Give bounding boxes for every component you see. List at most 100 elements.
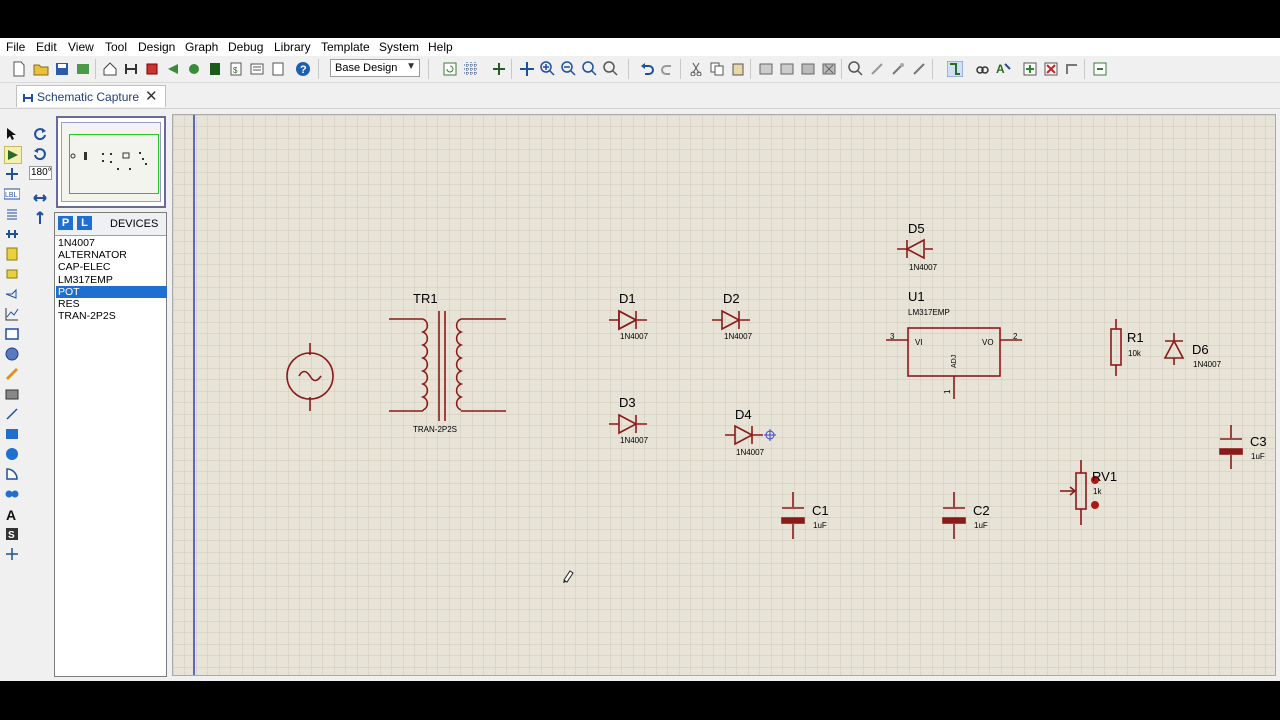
zoom-out-icon[interactable] bbox=[560, 60, 577, 77]
redo-icon[interactable] bbox=[659, 60, 676, 77]
terminals-icon[interactable] bbox=[4, 266, 20, 282]
pick-devices-button[interactable]: P bbox=[58, 216, 73, 230]
menu-design[interactable]: Design bbox=[138, 40, 175, 54]
pan-icon[interactable] bbox=[518, 60, 535, 77]
block-delete-icon[interactable] bbox=[820, 60, 837, 77]
paste-icon[interactable] bbox=[729, 60, 746, 77]
tab-schematic-capture[interactable]: Schematic Capture ✕ bbox=[16, 85, 166, 107]
make-device-icon[interactable] bbox=[868, 60, 885, 77]
copy-icon[interactable] bbox=[708, 60, 725, 77]
component-mode-icon[interactable] bbox=[4, 146, 22, 164]
property-assignment-icon[interactable]: A bbox=[995, 60, 1012, 77]
device-item-lm317emp[interactable]: LM317EMP bbox=[56, 274, 167, 286]
undo-icon[interactable] bbox=[638, 60, 655, 77]
new-sheet-icon[interactable] bbox=[1021, 60, 1038, 77]
menu-system[interactable]: System bbox=[379, 40, 419, 54]
bom-icon[interactable]: $ bbox=[227, 60, 244, 77]
path-tool-icon[interactable] bbox=[4, 486, 20, 502]
menu-tool[interactable]: Tool bbox=[105, 40, 127, 54]
menu-help[interactable]: Help bbox=[428, 40, 453, 54]
decompose-icon[interactable] bbox=[910, 60, 927, 77]
device-item-1n4007[interactable]: 1N4007 bbox=[56, 237, 167, 249]
capacitor-c1-symbol[interactable] bbox=[781, 492, 805, 539]
zoom-in-icon[interactable] bbox=[539, 60, 556, 77]
symbol-tool-icon[interactable]: S bbox=[4, 526, 20, 542]
resistor-r1-symbol[interactable] bbox=[1110, 319, 1122, 376]
help-icon[interactable]: ? bbox=[294, 60, 311, 77]
arc-tool-icon[interactable] bbox=[4, 466, 20, 482]
device-pins-icon[interactable] bbox=[4, 286, 20, 302]
notes-icon[interactable] bbox=[248, 60, 265, 77]
box-tool-icon[interactable] bbox=[4, 426, 20, 442]
circle-tool-icon[interactable] bbox=[4, 446, 20, 462]
search-tag-icon[interactable] bbox=[974, 60, 991, 77]
graph-mode-icon[interactable] bbox=[4, 306, 20, 322]
potentiometer-rv1-symbol[interactable] bbox=[1060, 460, 1087, 525]
zoom-area-icon[interactable] bbox=[602, 60, 619, 77]
menu-template[interactable]: Template bbox=[321, 40, 370, 54]
overview-window[interactable] bbox=[56, 116, 166, 208]
line-tool-icon[interactable] bbox=[4, 406, 20, 422]
save-icon[interactable] bbox=[53, 60, 70, 77]
selection-mode-icon[interactable] bbox=[4, 126, 20, 142]
block-move-icon[interactable] bbox=[778, 60, 795, 77]
device-item-cap-elec[interactable]: CAP-ELEC bbox=[56, 261, 167, 273]
virtual-instruments-icon[interactable] bbox=[4, 386, 20, 402]
device-item-res[interactable]: RES bbox=[56, 298, 167, 310]
open-folder-icon[interactable] bbox=[32, 60, 49, 77]
pcb-layout-icon[interactable] bbox=[143, 60, 160, 77]
gerber-icon[interactable] bbox=[185, 60, 202, 77]
schematic-icon[interactable] bbox=[122, 60, 139, 77]
design-explorer-2-icon[interactable] bbox=[1091, 60, 1108, 77]
packaging-tool-icon[interactable] bbox=[889, 60, 906, 77]
zoom-all-icon[interactable] bbox=[581, 60, 598, 77]
menu-edit[interactable]: Edit bbox=[36, 40, 57, 54]
new-file-icon[interactable] bbox=[10, 60, 27, 77]
capacitor-c3-symbol[interactable] bbox=[1219, 425, 1243, 469]
project-notes-icon[interactable] bbox=[269, 60, 286, 77]
voltage-probe-icon[interactable] bbox=[4, 366, 20, 382]
menu-file[interactable]: File bbox=[6, 40, 25, 54]
buses-icon[interactable] bbox=[4, 226, 20, 242]
exit-to-parent-icon[interactable] bbox=[1063, 60, 1080, 77]
block-copy-icon[interactable] bbox=[757, 60, 774, 77]
transformer-tr1-symbol[interactable] bbox=[389, 311, 506, 421]
origin-icon[interactable] bbox=[490, 60, 507, 77]
alternator-symbol[interactable] bbox=[286, 343, 334, 411]
mirror-vertical-icon[interactable] bbox=[32, 210, 48, 226]
design-variant-select[interactable]: Base Design ▼ bbox=[330, 59, 420, 77]
diode-d3-symbol[interactable] bbox=[609, 413, 647, 435]
rotate-clockwise-icon[interactable] bbox=[32, 126, 48, 142]
diode-d4-symbol[interactable] bbox=[725, 424, 763, 446]
grid-toggle-icon[interactable] bbox=[462, 60, 479, 77]
subcircuit-icon[interactable] bbox=[4, 246, 20, 262]
cut-icon[interactable] bbox=[687, 60, 704, 77]
diode-d6-symbol[interactable] bbox=[1163, 333, 1185, 365]
close-icon[interactable]: ✕ bbox=[145, 87, 158, 105]
refresh-icon[interactable] bbox=[441, 60, 458, 77]
diode-d5-symbol[interactable] bbox=[897, 238, 933, 260]
device-item-pot[interactable]: POT bbox=[56, 285, 167, 298]
menu-debug[interactable]: Debug bbox=[228, 40, 263, 54]
wire-label-icon[interactable]: LBL bbox=[4, 186, 20, 202]
rotate-anticlockwise-icon[interactable] bbox=[32, 146, 48, 162]
menu-library[interactable]: Library bbox=[274, 40, 311, 54]
capacitor-c2-symbol[interactable] bbox=[942, 492, 966, 539]
marker-tool-icon[interactable] bbox=[4, 546, 20, 562]
rotation-angle-field[interactable]: 180° bbox=[29, 166, 52, 180]
device-item-alternator[interactable]: ALTERNATOR bbox=[56, 249, 167, 261]
block-rotate-icon[interactable] bbox=[799, 60, 816, 77]
junction-dot-icon[interactable] bbox=[4, 166, 20, 182]
device-item-tran-2p2s[interactable]: TRAN-2P2S bbox=[56, 310, 167, 322]
library-manager-button[interactable]: L bbox=[77, 216, 92, 230]
menu-graph[interactable]: Graph bbox=[185, 40, 218, 54]
schematic-canvas[interactable]: VI VO ADJ 3 2 1 TR1 TRAN-2P2S D1 1N4007 … bbox=[172, 114, 1276, 676]
diode-d1-symbol[interactable] bbox=[609, 309, 647, 331]
home-icon[interactable] bbox=[101, 60, 118, 77]
3d-view-icon[interactable] bbox=[164, 60, 181, 77]
generator-icon[interactable] bbox=[4, 346, 20, 362]
wire-autorouter-icon[interactable] bbox=[946, 60, 963, 77]
design-explorer-icon[interactable] bbox=[206, 60, 223, 77]
mirror-horizontal-icon[interactable] bbox=[32, 190, 48, 206]
text-script-icon[interactable] bbox=[4, 206, 20, 222]
